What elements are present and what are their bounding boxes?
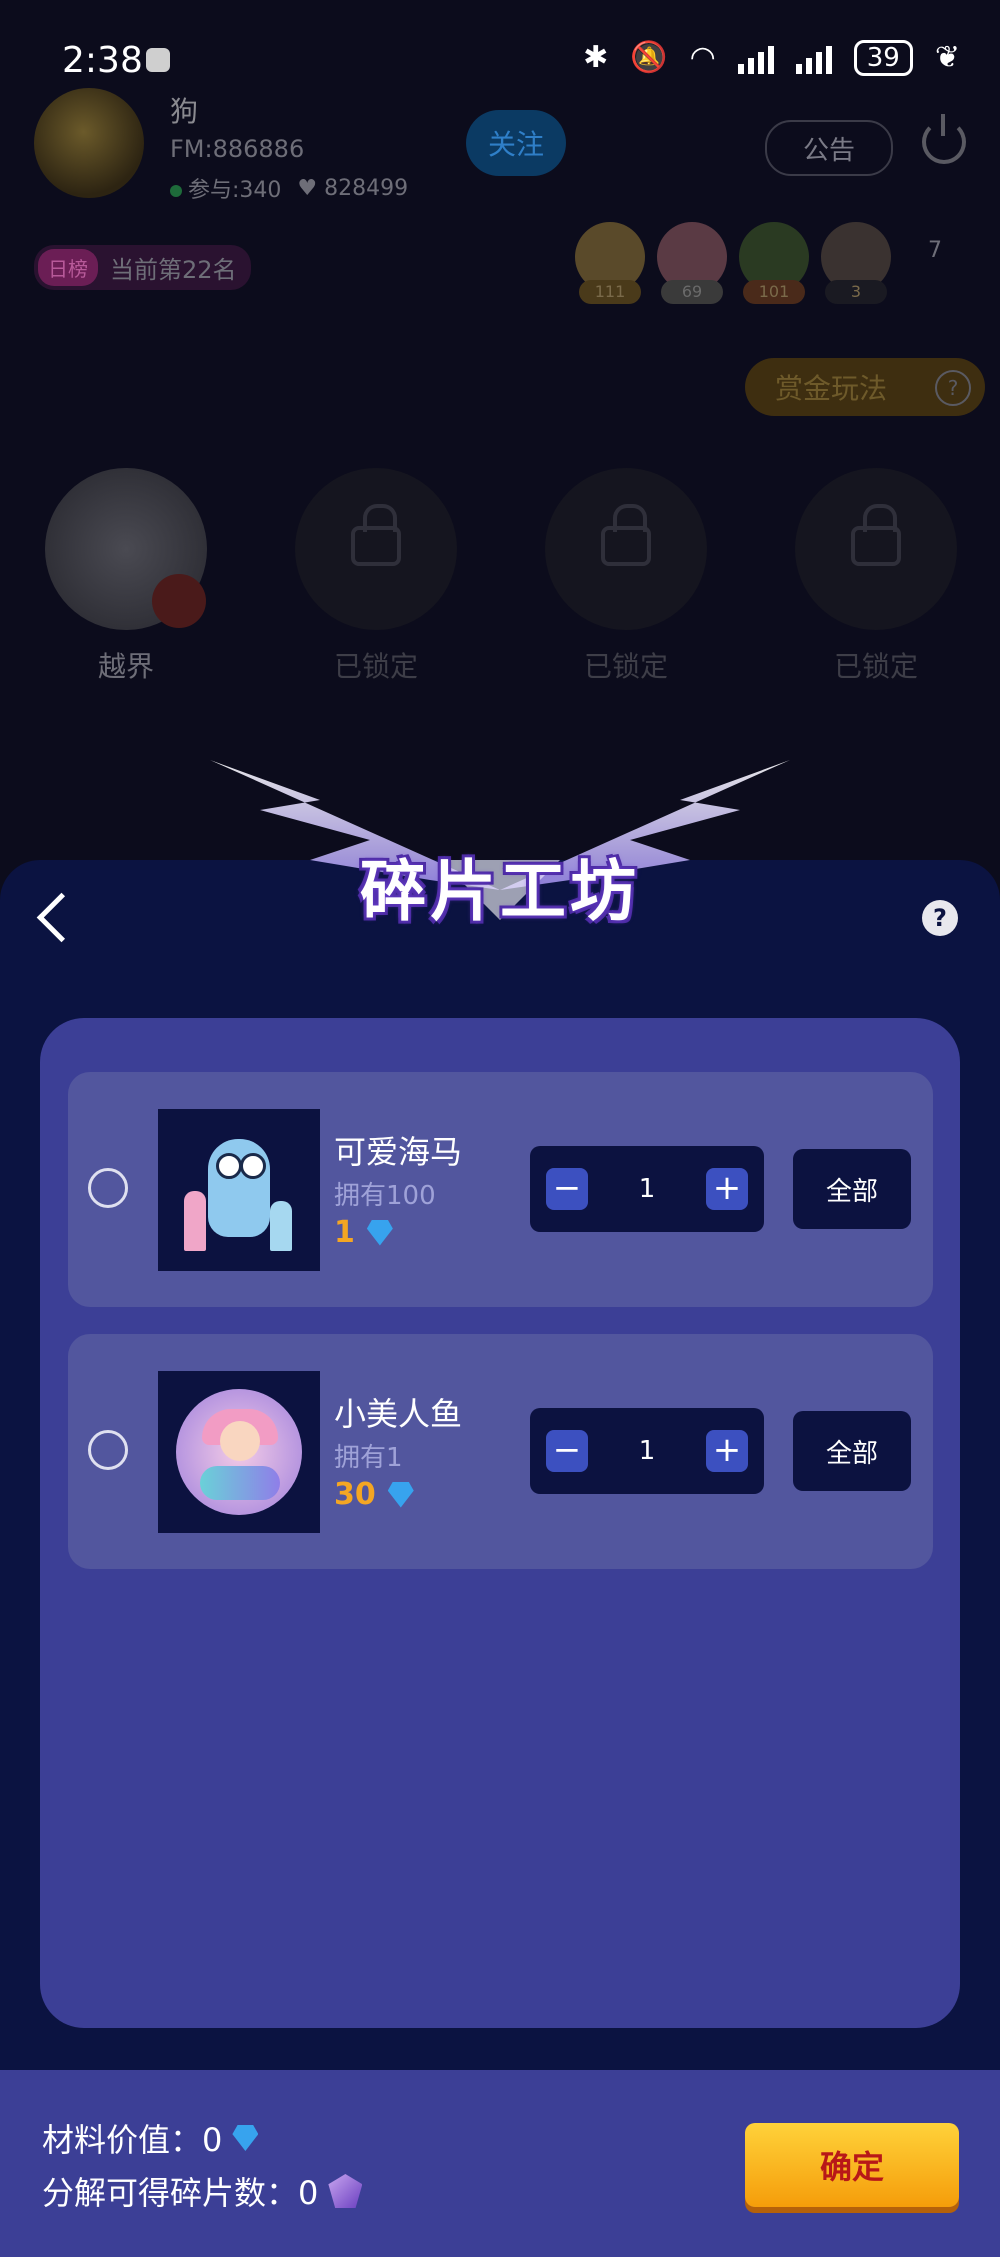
- select-radio[interactable]: [88, 1430, 128, 1470]
- increment-button[interactable]: +: [706, 1430, 748, 1472]
- seat-label: 已锁定: [583, 650, 668, 683]
- help-icon[interactable]: ?: [922, 900, 958, 936]
- power-icon[interactable]: [922, 114, 966, 164]
- diamond-icon: [232, 2125, 258, 2151]
- host-fm-id: FM:886886: [170, 135, 305, 163]
- likes-count: ♥ 828499: [297, 175, 409, 201]
- viewer-avatar[interactable]: 69: [657, 222, 727, 304]
- fragment-crystal-icon: [328, 2174, 362, 2208]
- participants-count: 参与:340: [170, 172, 281, 204]
- mic-seat-locked[interactable]: [795, 468, 957, 630]
- host-avatar[interactable]: [34, 88, 144, 198]
- lock-icon: [601, 504, 651, 566]
- mic-seat-locked[interactable]: [295, 468, 457, 630]
- item-owned: 拥有100: [334, 1181, 436, 1211]
- seat-label: 已锁定: [333, 650, 418, 683]
- viewer-avatar[interactable]: 101: [739, 222, 809, 304]
- select-radio[interactable]: [88, 1168, 128, 1208]
- follow-button[interactable]: 关注: [466, 110, 566, 176]
- host-name: 狗: [170, 95, 199, 128]
- decrement-button[interactable]: −: [546, 1168, 588, 1210]
- quantity-value[interactable]: 1: [610, 1430, 684, 1472]
- quantity-value[interactable]: 1: [610, 1168, 684, 1210]
- viewer-avatar[interactable]: 111: [575, 222, 645, 304]
- material-value: 材料价值：0: [42, 2115, 258, 2161]
- item-owned: 拥有1: [334, 1443, 403, 1473]
- notice-button[interactable]: 公告: [765, 120, 893, 176]
- viewer-avatar[interactable]: 3: [821, 222, 891, 304]
- decrement-button[interactable]: −: [546, 1430, 588, 1472]
- item-name: 可爱海马: [334, 1133, 463, 1171]
- viewer-avatars: 111 69 101 3: [575, 222, 891, 304]
- diamond-icon: [367, 1220, 393, 1246]
- lock-icon: [851, 504, 901, 566]
- quantity-stepper: − 1 +: [530, 1146, 764, 1232]
- panel-title: 碎片工坊: [360, 853, 640, 930]
- list-item: 小美人鱼 拥有1 30 − 1 + 全部: [68, 1334, 933, 1569]
- select-all-button[interactable]: 全部: [793, 1149, 911, 1229]
- increment-button[interactable]: +: [706, 1168, 748, 1210]
- confirm-button[interactable]: 确定: [745, 2123, 959, 2207]
- online-count[interactable]: 7: [928, 238, 942, 263]
- seahorse-thumbnail: [158, 1109, 320, 1271]
- rank-tag: 日榜: [38, 249, 98, 286]
- rank-text: 当前第22名: [110, 256, 237, 284]
- list-item: 可爱海马 拥有100 1 − 1 + 全部: [68, 1072, 933, 1307]
- item-name: 小美人鱼: [334, 1395, 463, 1433]
- mic-seat-locked[interactable]: [545, 468, 707, 630]
- daily-rank-badge[interactable]: 日榜 当前第22名: [34, 245, 251, 290]
- select-all-button[interactable]: 全部: [793, 1411, 911, 1491]
- item-price: 1: [334, 1215, 393, 1250]
- seat-label: 越界: [97, 650, 154, 683]
- question-icon[interactable]: ?: [935, 370, 971, 406]
- lock-icon: [351, 504, 401, 566]
- seat-label: 已锁定: [833, 650, 918, 683]
- online-dot-icon: [170, 185, 182, 197]
- host-stats: 参与:340 ♥ 828499: [170, 172, 408, 204]
- quantity-stepper: − 1 +: [530, 1408, 764, 1494]
- diamond-icon: [388, 1482, 414, 1508]
- mic-off-icon: [152, 574, 206, 628]
- item-price: 30: [334, 1477, 414, 1512]
- mermaid-thumbnail: [158, 1371, 320, 1533]
- room-background: 狗 FM:886886 参与:340 ♥ 828499 关注 公告 日榜 当前第…: [0, 0, 1000, 860]
- fragment-count: 分解可得碎片数：0: [42, 2168, 362, 2214]
